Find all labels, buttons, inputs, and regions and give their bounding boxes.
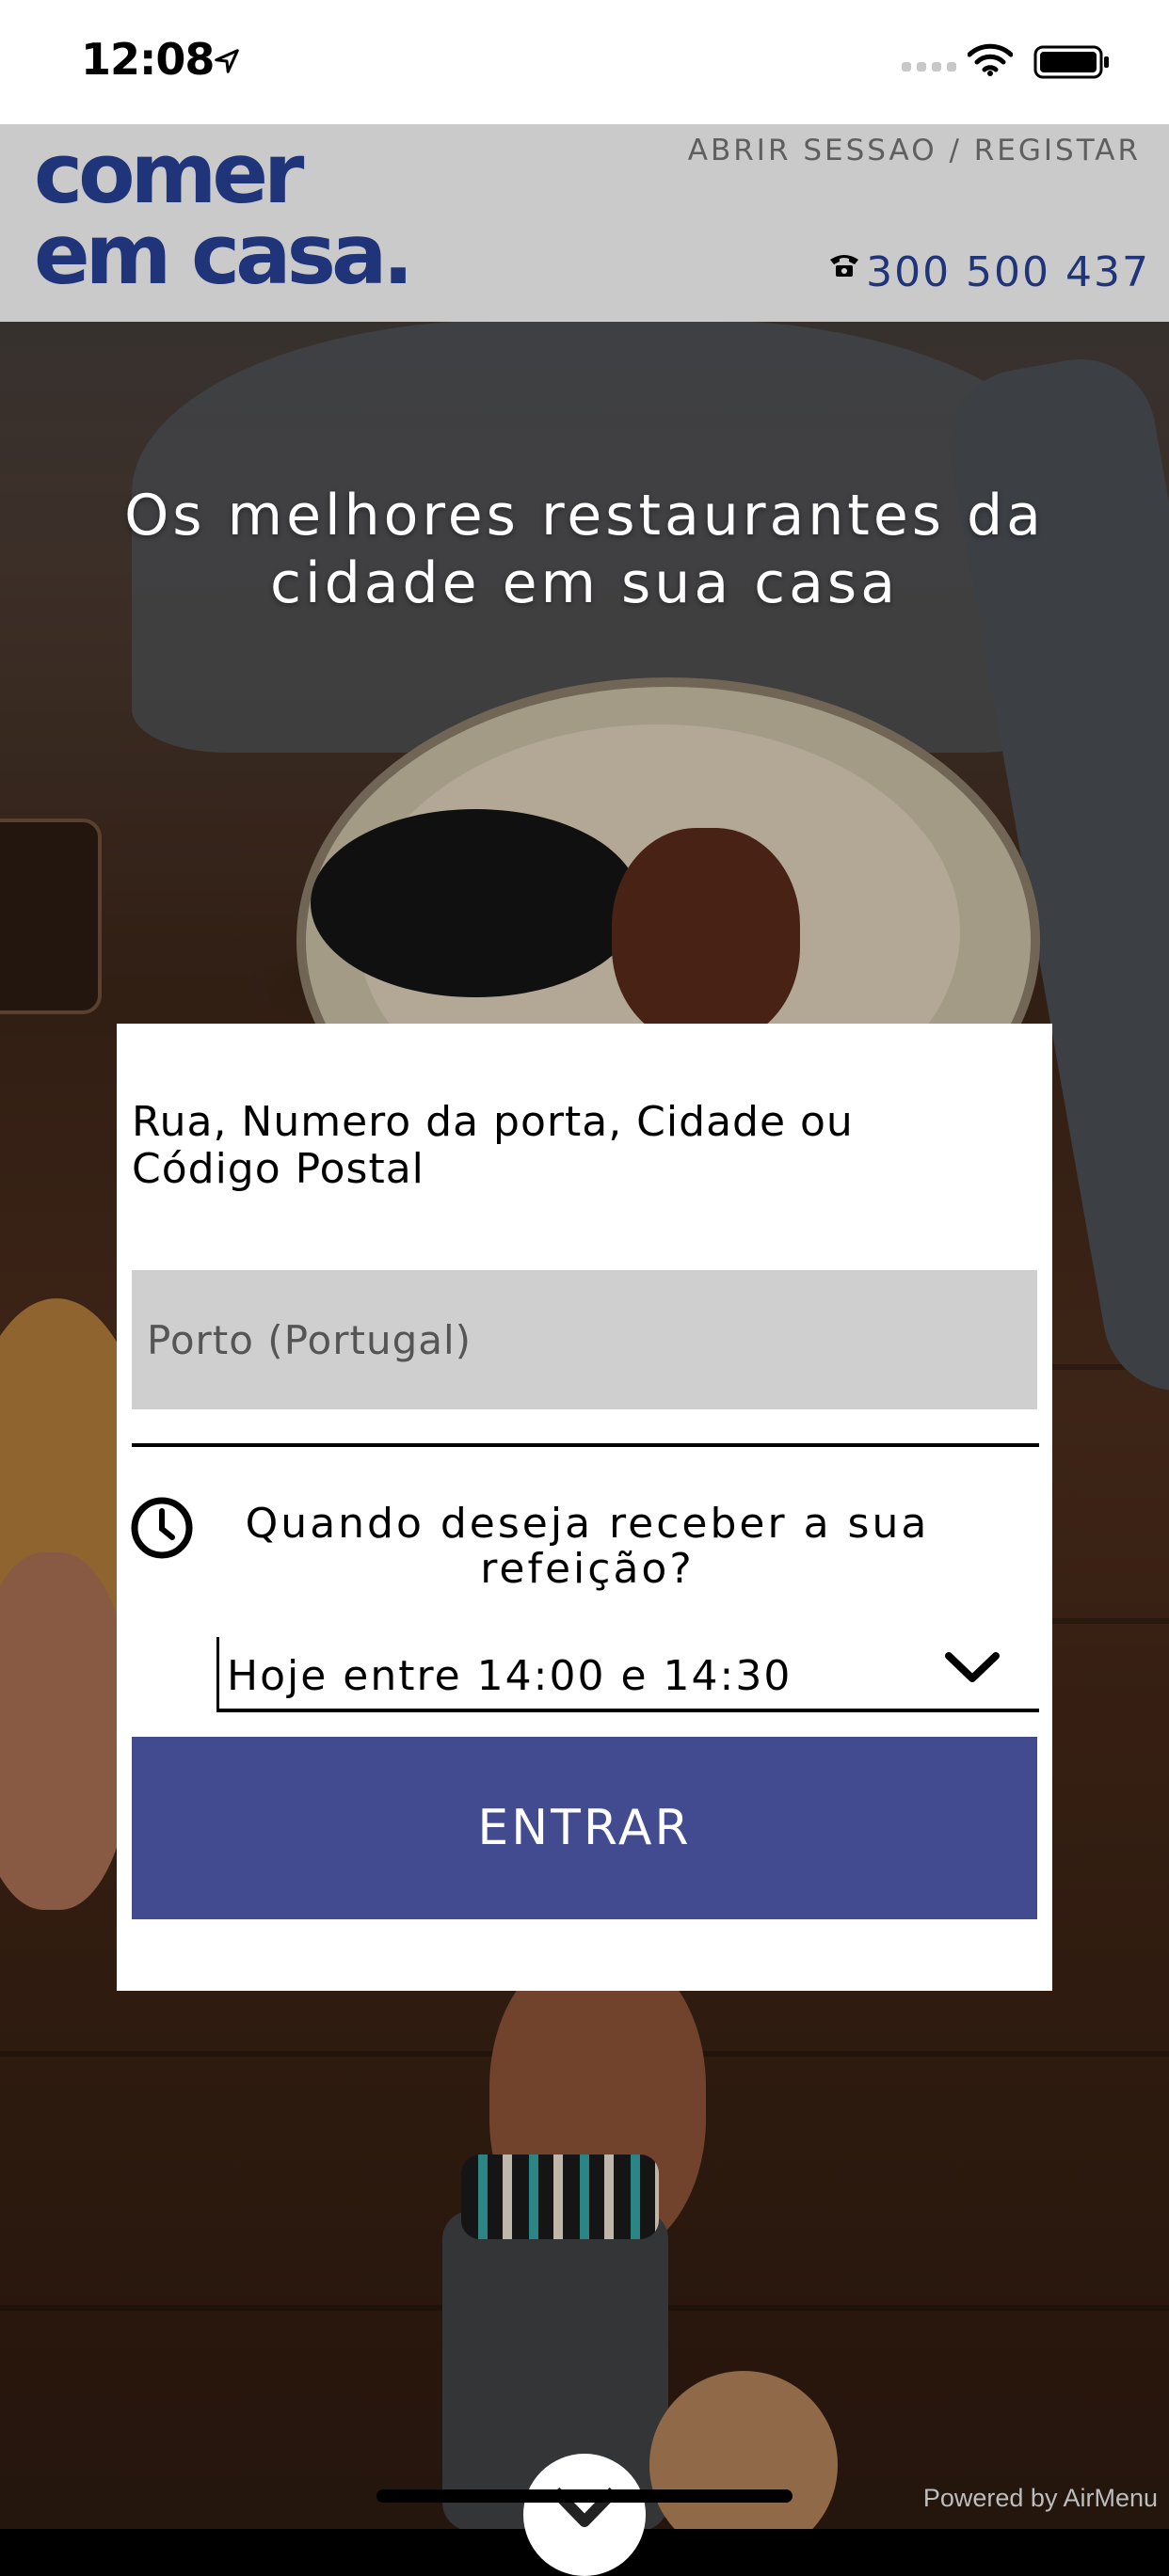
battery-icon [1033,45,1109,79]
powered-by-credit: Powered by AirMenu [922,2484,1158,2512]
cellular-signal-icon [902,62,956,72]
chevron-down-icon [945,1652,1000,1682]
phone-contact[interactable]: 300 500 437 [828,248,1150,296]
delivery-time-value: Hoje entre 14:00 e 14:30 [227,1652,793,1700]
hero-title: Os melhores restaurantes da cidade em su… [0,482,1169,617]
scroll-down-button[interactable] [523,2454,646,2576]
address-input[interactable] [132,1270,1037,1409]
site-header: comer em casa. ABRIR SESSAO / REGISTAR 3… [0,124,1169,322]
status-time: 12:08 [81,34,215,85]
logo-line-2: em casa. [34,206,414,303]
status-bar: 12:08 [0,0,1169,124]
address-label: Rua, Numero da porta, Cidade ou Código P… [132,1098,854,1193]
hero-title-line-2: cidade em sua casa [270,550,899,616]
telephone-icon [830,255,859,277]
wifi-icon [968,43,1013,76]
delivery-form-card: Rua, Numero da porta, Cidade ou Código P… [117,1024,1052,1991]
clock-icon [131,1497,193,1559]
enter-button[interactable]: ENTRAR [132,1737,1037,1919]
brand-logo[interactable]: comer em casa. [34,133,414,303]
form-divider [132,1443,1039,1447]
phone-number: 300 500 437 [866,248,1150,296]
location-arrow-icon [215,49,239,73]
delivery-time-label: Quando deseja receber a sua refeição? [245,1500,930,1593]
home-indicator[interactable] [376,2489,793,2503]
login-register-link[interactable]: ABRIR SESSAO / REGISTAR [688,134,1141,167]
hero-title-line-1: Os melhores restaurantes da [124,483,1045,549]
delivery-time-select[interactable]: Hoje entre 14:00 e 14:30 [216,1637,1039,1712]
